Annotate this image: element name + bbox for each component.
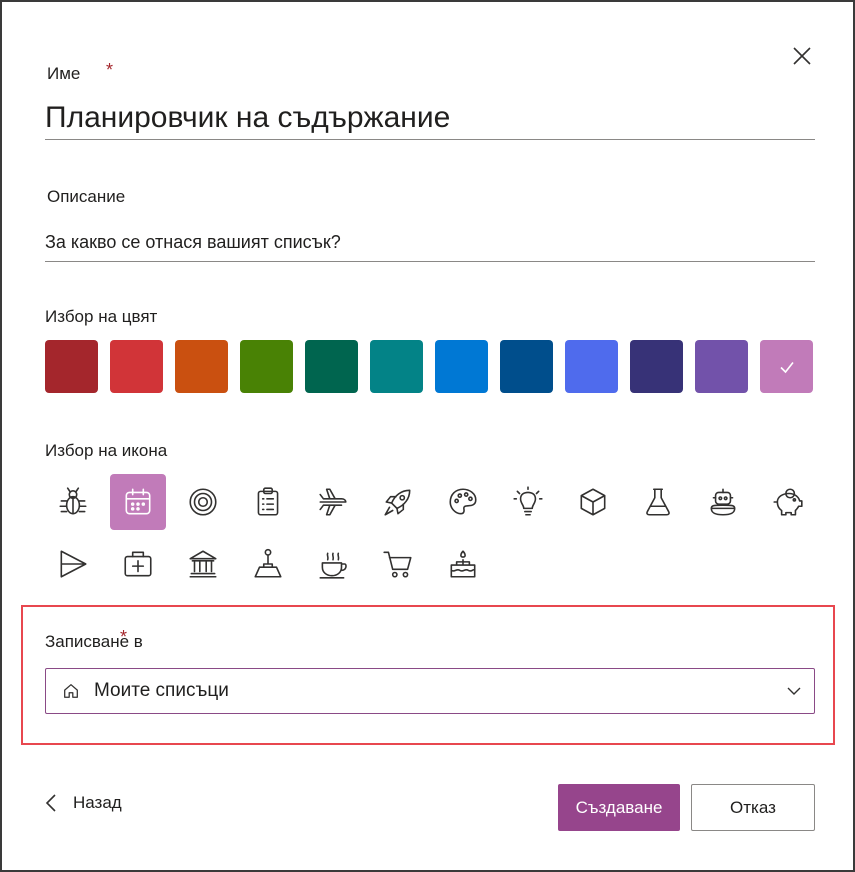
coffee-cup-icon: [319, 552, 347, 579]
icon-option-palette[interactable]: [435, 474, 491, 530]
icon-option-clipboard-list[interactable]: [240, 474, 296, 530]
save-to-label: Записване в: [45, 632, 143, 651]
calendar-icon: [125, 488, 151, 515]
icon-option-cake[interactable]: [435, 536, 491, 592]
icon-option-cube[interactable]: [565, 474, 621, 530]
icon-option-lightbulb[interactable]: [500, 474, 556, 530]
back-button[interactable]: Назад: [45, 793, 122, 813]
icon-option-paper-plane[interactable]: [45, 536, 101, 592]
color-swatch[interactable]: [240, 340, 293, 393]
save-to-required-mark: *: [120, 627, 128, 647]
name-label: Име: [47, 64, 81, 83]
medkit-icon: [124, 551, 152, 577]
icon-option-target[interactable]: [175, 474, 231, 530]
color-swatch[interactable]: [110, 340, 163, 393]
icon-option-flask[interactable]: [630, 474, 686, 530]
color-swatch[interactable]: [500, 340, 553, 393]
joystick-icon: [254, 548, 282, 578]
color-swatch[interactable]: [175, 340, 228, 393]
save-to-value: Моите списъци: [94, 680, 229, 701]
piggy-bank-icon: [773, 488, 803, 516]
icon-option-medkit[interactable]: [110, 536, 166, 592]
color-swatch[interactable]: [565, 340, 618, 393]
color-picker-label: Избор на цвят: [45, 307, 158, 326]
back-label: Назад: [73, 793, 122, 812]
home-icon: [64, 684, 78, 698]
name-input[interactable]: [45, 96, 815, 140]
icon-option-joystick[interactable]: [240, 536, 296, 592]
cancel-button[interactable]: Отказ: [691, 784, 815, 831]
icon-option-calendar[interactable]: [110, 474, 166, 530]
icon-option-piggy-bank[interactable]: [760, 474, 816, 530]
robot-icon: [710, 488, 736, 516]
close-icon[interactable]: [790, 44, 814, 68]
cube-icon: [580, 488, 606, 516]
color-swatch[interactable]: [45, 340, 98, 393]
checkmark-icon: [779, 361, 794, 373]
rocket-icon: [384, 489, 411, 516]
color-swatches: [45, 340, 813, 393]
icon-option-robot[interactable]: [695, 474, 751, 530]
description-input[interactable]: [45, 224, 815, 262]
color-swatch[interactable]: [435, 340, 488, 393]
chevron-left-icon: [45, 794, 56, 812]
color-swatch[interactable]: [370, 340, 423, 393]
shopping-cart-icon: [383, 551, 412, 578]
description-label: Описание: [47, 187, 126, 206]
palette-icon: [449, 488, 477, 515]
bank-icon: [189, 550, 217, 578]
icon-option-rocket[interactable]: [370, 474, 426, 530]
lightbulb-icon: [513, 486, 543, 516]
icon-option-airplane[interactable]: [305, 474, 361, 530]
color-swatch[interactable]: [305, 340, 358, 393]
color-swatch[interactable]: [630, 340, 683, 393]
airplane-icon: [319, 488, 347, 516]
icon-grid: [45, 474, 825, 592]
create-button[interactable]: Създаване: [558, 784, 680, 831]
paper-plane-icon: [60, 550, 87, 578]
color-swatch[interactable]: [760, 340, 813, 393]
chevron-down-icon: [787, 687, 801, 695]
save-to-dropdown[interactable]: Моите списъци: [45, 668, 815, 714]
color-swatch[interactable]: [695, 340, 748, 393]
clipboard-list-icon: [257, 487, 279, 516]
target-icon: [189, 488, 217, 516]
icon-option-bank[interactable]: [175, 536, 231, 592]
icon-picker-label: Избор на икона: [45, 441, 168, 460]
icon-option-shopping-cart[interactable]: [370, 536, 426, 592]
flask-icon: [646, 488, 670, 516]
cake-icon: [450, 550, 476, 578]
icon-option-bug[interactable]: [45, 474, 101, 530]
icon-option-coffee-cup[interactable]: [305, 536, 361, 592]
bug-icon: [59, 487, 87, 515]
name-required-mark: *: [106, 60, 114, 80]
